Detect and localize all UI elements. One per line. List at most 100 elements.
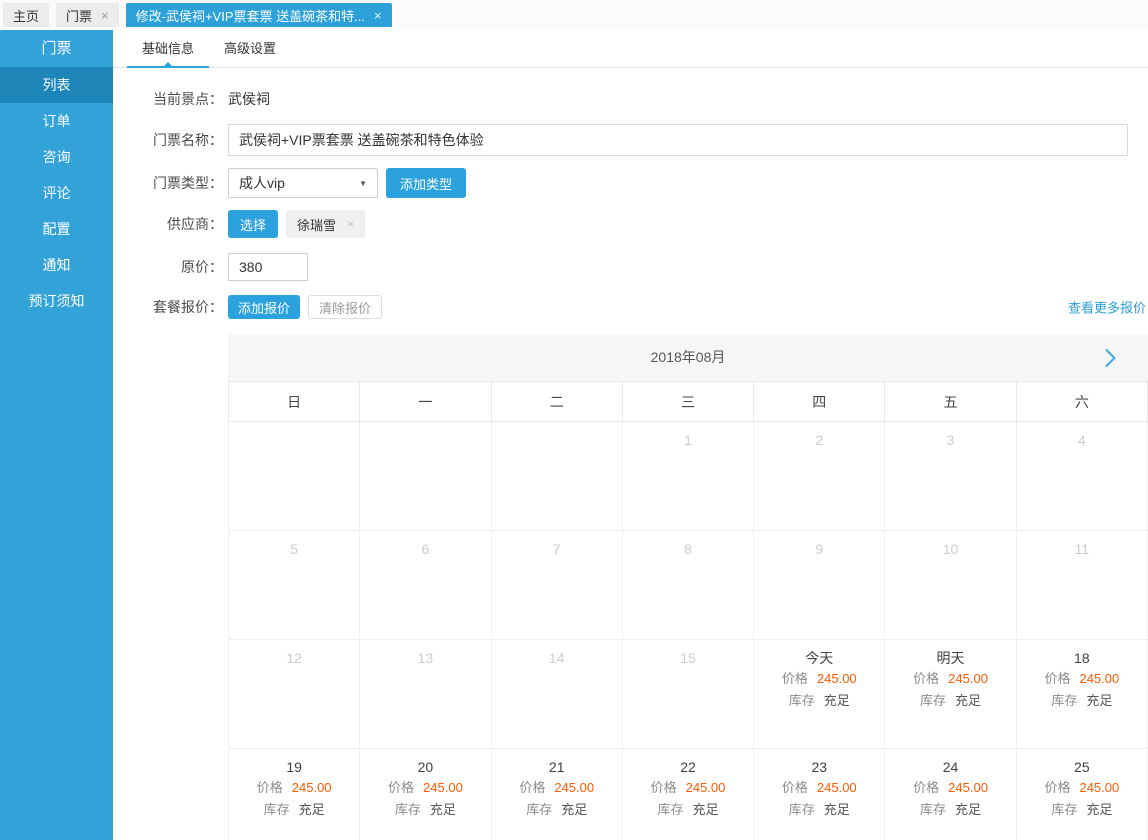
day-stock-line: 库存充足 bbox=[1017, 800, 1147, 820]
weekday-header: 日 bbox=[229, 382, 360, 422]
sidebar-item-comments[interactable]: 评论 bbox=[0, 175, 113, 211]
calendar-day-cell[interactable] bbox=[229, 422, 360, 531]
sidebar-item-notice[interactable]: 通知 bbox=[0, 247, 113, 283]
day-number: 15 bbox=[623, 649, 753, 667]
sidebar-item-booking-notes[interactable]: 预订须知 bbox=[0, 283, 113, 319]
top-tab-home[interactable]: 主页 bbox=[3, 3, 49, 27]
stock-label: 库存 bbox=[395, 800, 421, 820]
calendar-day-cell[interactable]: 22价格245.00库存充足 bbox=[622, 749, 753, 840]
calendar-day-cell[interactable] bbox=[360, 422, 491, 531]
calendar-day-cell[interactable]: 1 bbox=[622, 422, 753, 531]
top-tab-edit[interactable]: 修改-武侯祠+VIP票套票 送盖碗茶和特... × bbox=[126, 3, 392, 27]
calendar-day-cell[interactable]: 13 bbox=[360, 640, 491, 749]
ticket-type-select[interactable]: 成人vip ▼ bbox=[228, 168, 378, 198]
stock-value: 充足 bbox=[1086, 800, 1112, 820]
calendar-day-cell[interactable]: 6 bbox=[360, 531, 491, 640]
calendar-day-cell[interactable]: 20价格245.00库存充足 bbox=[360, 749, 491, 840]
sidebar-item-config[interactable]: 配置 bbox=[0, 211, 113, 247]
next-month-icon[interactable] bbox=[1105, 349, 1116, 367]
stock-value: 充足 bbox=[561, 800, 587, 820]
price-label: 价格 bbox=[1044, 669, 1070, 689]
current-scenic-row: 当前景点： 武侯祠 bbox=[113, 90, 1148, 108]
day-stock-line: 库存充足 bbox=[229, 800, 359, 820]
calendar-day-cell[interactable]: 21 价格245.00库存充足 bbox=[491, 749, 622, 840]
day-price-line: 价格245.00 bbox=[492, 778, 622, 798]
calendar-day-cell[interactable]: 今天价格245.00库存充足 bbox=[754, 640, 885, 749]
weekday-header-row: 日一二三四五六 bbox=[229, 382, 1148, 422]
tab-basic-info[interactable]: 基础信息 bbox=[127, 30, 209, 67]
select-supplier-button[interactable]: 选择 bbox=[228, 210, 278, 238]
remove-supplier-icon[interactable]: × bbox=[347, 217, 354, 231]
original-price-input[interactable] bbox=[228, 253, 308, 281]
top-tab-ticket[interactable]: 门票× bbox=[56, 3, 119, 27]
calendar-day-cell[interactable]: 8 bbox=[622, 531, 753, 640]
close-icon[interactable]: × bbox=[374, 9, 382, 22]
calendar-day-cell[interactable]: 2 bbox=[754, 422, 885, 531]
ticket-type-row: 门票类型： 成人vip ▼ 添加类型 bbox=[113, 168, 1148, 198]
calendar-day-cell[interactable]: 5 bbox=[229, 531, 360, 640]
calendar-day-cell[interactable]: 4 bbox=[1016, 422, 1147, 531]
day-price-line: 价格245.00 bbox=[360, 778, 490, 798]
ticket-name-input[interactable] bbox=[228, 124, 1128, 156]
sidebar: 门票 列表订单咨询评论配置通知预订须知 bbox=[0, 30, 113, 840]
ticket-name-row: 门票名称： bbox=[113, 124, 1148, 156]
day-number: 明天 bbox=[885, 649, 1015, 667]
calendar-day-cell[interactable]: 明天价格245.00库存充足 bbox=[885, 640, 1016, 749]
calendar-header: 2018年08月 bbox=[228, 334, 1148, 381]
supplier-row: 供应商： 选择 徐瑞雪 × bbox=[113, 210, 1148, 238]
day-number: 13 bbox=[360, 649, 490, 667]
tab-advanced-settings[interactable]: 高级设置 bbox=[209, 30, 291, 67]
sidebar-item-consult[interactable]: 咨询 bbox=[0, 139, 113, 175]
day-stock-line: 库存充足 bbox=[492, 800, 622, 820]
calendar-day-cell[interactable]: 19价格245.00库存充足 bbox=[229, 749, 360, 840]
day-stock-line: 库存充足 bbox=[360, 800, 490, 820]
calendar-day-cell[interactable]: 11 bbox=[1016, 531, 1147, 640]
calendar-day-cell[interactable] bbox=[491, 422, 622, 531]
weekday-header: 二 bbox=[491, 382, 622, 422]
day-price-line: 价格245.00 bbox=[885, 778, 1015, 798]
clear-quote-button[interactable]: 清除报价 bbox=[308, 295, 382, 319]
sidebar-menu: 列表订单咨询评论配置通知预订须知 bbox=[0, 67, 113, 319]
top-tab-label: 修改-武侯祠+VIP票套票 送盖碗茶和特... bbox=[136, 6, 365, 25]
current-scenic-value: 武侯祠 bbox=[228, 89, 270, 109]
day-number: 9 bbox=[754, 540, 884, 558]
day-price-line: 价格245.00 bbox=[885, 669, 1015, 689]
calendar-day-cell[interactable]: 23价格245.00库存充足 bbox=[754, 749, 885, 840]
ticket-name-label: 门票名称： bbox=[113, 130, 223, 150]
calendar-week-row: 567891011 bbox=[229, 531, 1148, 640]
day-price-line: 价格245.00 bbox=[754, 778, 884, 798]
calendar-day-cell[interactable]: 10 bbox=[885, 531, 1016, 640]
day-stock-line: 库存充足 bbox=[754, 691, 884, 711]
content-tab-bar: 基础信息高级设置 bbox=[113, 30, 1148, 68]
stock-value: 充足 bbox=[824, 691, 850, 711]
price-value: 245.00 bbox=[817, 778, 857, 798]
current-scenic-label: 当前景点： bbox=[113, 89, 223, 109]
day-number: 21 bbox=[492, 758, 622, 776]
add-type-button[interactable]: 添加类型 bbox=[386, 168, 466, 198]
sidebar-item-orders[interactable]: 订单 bbox=[0, 103, 113, 139]
calendar-day-cell[interactable]: 3 bbox=[885, 422, 1016, 531]
calendar-week-row: 1234 bbox=[229, 422, 1148, 531]
calendar-grid: 日一二三四五六 123456789101112131415今天价格245.00库… bbox=[228, 381, 1148, 840]
add-quote-button[interactable]: 添加报价 bbox=[228, 295, 300, 319]
view-more-quotes-link[interactable]: 查看更多报价 bbox=[1068, 298, 1146, 317]
price-label: 价格 bbox=[782, 669, 808, 689]
calendar-day-cell[interactable]: 15 bbox=[622, 640, 753, 749]
calendar-day-cell[interactable]: 9 bbox=[754, 531, 885, 640]
close-icon[interactable]: × bbox=[101, 9, 109, 22]
day-number: 7 bbox=[492, 540, 622, 558]
calendar-day-cell[interactable]: 7 bbox=[491, 531, 622, 640]
calendar-day-cell[interactable]: 14 bbox=[491, 640, 622, 749]
package-quote-label: 套餐报价： bbox=[113, 297, 223, 317]
calendar-day-cell[interactable]: 18价格245.00库存充足 bbox=[1016, 640, 1147, 749]
ticket-type-label: 门票类型： bbox=[113, 173, 223, 193]
calendar-day-cell[interactable]: 25价格245.00库存充足 bbox=[1016, 749, 1147, 840]
calendar-day-cell[interactable]: 24价格245.00库存充足 bbox=[885, 749, 1016, 840]
price-value: 245.00 bbox=[948, 778, 988, 798]
sidebar-item-list[interactable]: 列表 bbox=[0, 67, 113, 103]
price-value: 245.00 bbox=[292, 778, 332, 798]
calendar-week-row: 12131415今天价格245.00库存充足明天价格245.00库存充足 18价格… bbox=[229, 640, 1148, 749]
day-price-line: 价格245.00 bbox=[623, 778, 753, 798]
calendar-body: 123456789101112131415今天价格245.00库存充足明天价格2… bbox=[229, 422, 1148, 840]
calendar-day-cell[interactable]: 12 bbox=[229, 640, 360, 749]
